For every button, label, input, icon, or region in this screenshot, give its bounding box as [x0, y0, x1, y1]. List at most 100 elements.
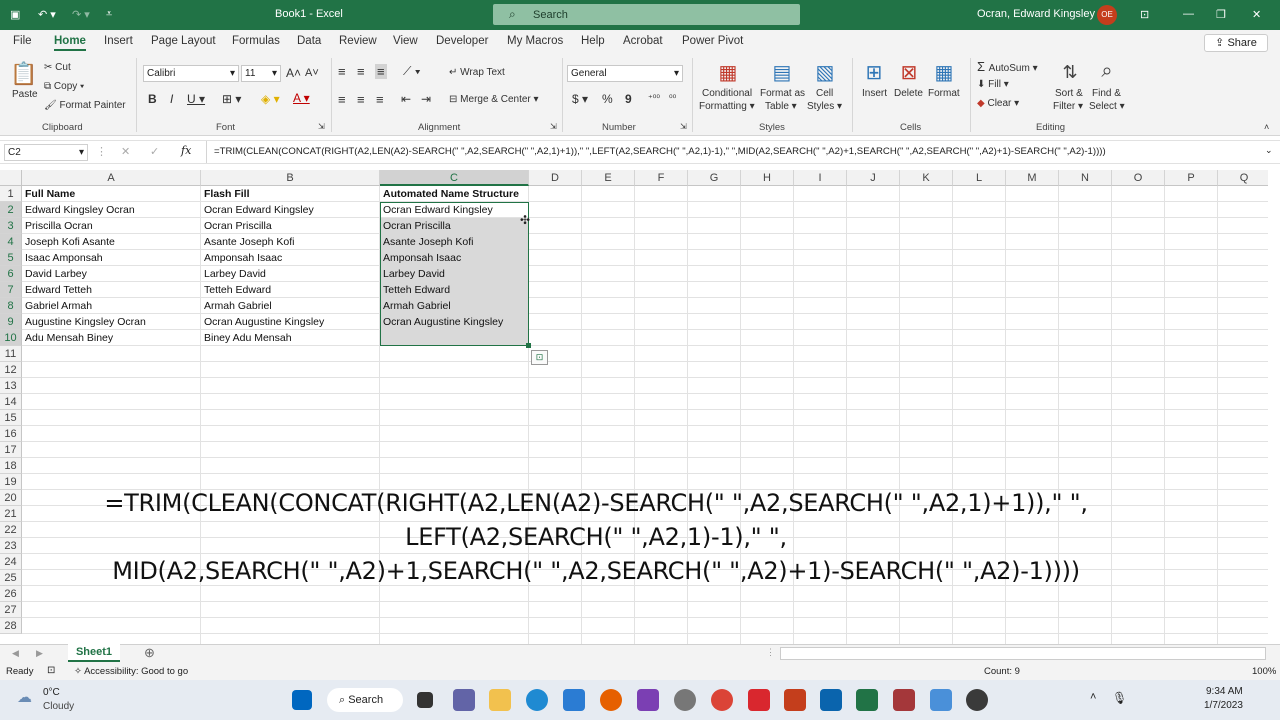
- formula-input[interactable]: =TRIM(CLEAN(CONCAT(RIGHT(A2,LEN(A2)-SEAR…: [214, 146, 1106, 157]
- conditional-formatting-label2[interactable]: Formatting ▾: [699, 101, 755, 112]
- tab-my-macros[interactable]: My Macros: [507, 35, 563, 47]
- accounting-icon[interactable]: $ ▾: [572, 92, 588, 106]
- microphone-icon[interactable]: 🎙: [1112, 691, 1127, 705]
- alignment-dialog-icon[interactable]: ⇲: [550, 122, 557, 131]
- cell-full-name[interactable]: Edward Tetteh: [22, 282, 92, 298]
- cell-automated-name[interactable]: Asante Joseph Kofi: [380, 234, 473, 250]
- decrease-decimal-icon[interactable]: ⁰⁰: [669, 93, 676, 104]
- firefox-icon[interactable]: [600, 689, 622, 711]
- header-full-name[interactable]: Full Name: [22, 186, 75, 202]
- cell-full-name[interactable]: Adu Mensah Biney: [22, 330, 113, 346]
- cancel-icon[interactable]: ✕: [121, 145, 130, 158]
- undo-icon[interactable]: ↶ ▾: [38, 8, 56, 21]
- column-header-k[interactable]: K: [900, 170, 953, 186]
- column-header-j[interactable]: J: [847, 170, 900, 186]
- copy-button[interactable]: ⧉ Copy ▾: [44, 81, 84, 92]
- column-header-h[interactable]: H: [741, 170, 794, 186]
- outlook-icon[interactable]: [820, 689, 842, 711]
- font-dialog-icon[interactable]: ⇲: [318, 122, 325, 131]
- quick-analysis-icon[interactable]: ⊡: [531, 350, 548, 365]
- row-header-18[interactable]: 18: [0, 458, 22, 474]
- column-header-e[interactable]: E: [582, 170, 635, 186]
- clock-time[interactable]: 9:34 AM: [1206, 686, 1243, 697]
- chrome-icon[interactable]: [711, 689, 733, 711]
- cell-automated-name[interactable]: Tetteh Edward: [380, 282, 450, 298]
- format-painter-button[interactable]: 🖌 Format Painter: [44, 100, 126, 111]
- search-box[interactable]: ⌕ Search: [493, 4, 800, 25]
- cell-flash-fill[interactable]: Armah Gabriel: [201, 298, 272, 314]
- row-header-5[interactable]: 5: [0, 250, 22, 266]
- percent-icon[interactable]: %: [602, 92, 613, 106]
- cell-automated-name[interactable]: Armah Gabriel: [380, 298, 451, 314]
- wrap-text-button[interactable]: ↵ Wrap Text: [449, 67, 505, 78]
- enter-icon[interactable]: ✓: [150, 145, 159, 158]
- excel-icon[interactable]: [856, 689, 878, 711]
- minimize-icon[interactable]: —: [1183, 8, 1194, 20]
- row-header-27[interactable]: 27: [0, 602, 22, 618]
- orientation-icon[interactable]: ⟋ ▾: [403, 64, 421, 79]
- cell-flash-fill[interactable]: Ocran Priscilla: [201, 218, 272, 234]
- row-header-9[interactable]: 9: [0, 314, 22, 330]
- cell-full-name[interactable]: Isaac Amponsah: [22, 250, 103, 266]
- align-center-icon[interactable]: ≡: [357, 92, 365, 107]
- tab-insert[interactable]: Insert: [104, 35, 133, 47]
- insert-cells-label[interactable]: Insert: [862, 88, 887, 99]
- underline-icon[interactable]: U ▾: [187, 92, 205, 106]
- row-header-28[interactable]: 28: [0, 618, 22, 634]
- cell-flash-fill[interactable]: Asante Joseph Kofi: [201, 234, 294, 250]
- row-header-10[interactable]: 10: [0, 330, 22, 346]
- row-header-17[interactable]: 17: [0, 442, 22, 458]
- redo-icon[interactable]: ↷ ▾: [72, 8, 90, 21]
- prev-sheet-icon[interactable]: ◀: [12, 648, 19, 659]
- cell-full-name[interactable]: Gabriel Armah: [22, 298, 92, 314]
- paste-icon[interactable]: 📋: [10, 60, 37, 88]
- cell-automated-name[interactable]: Ocran Priscilla: [380, 218, 451, 234]
- sheet-tab-sheet1[interactable]: Sheet1: [68, 644, 120, 662]
- store-icon[interactable]: [563, 689, 585, 711]
- fill-handle[interactable]: [526, 343, 531, 348]
- share-button[interactable]: ⇪ Share: [1204, 34, 1268, 52]
- column-header-d[interactable]: D: [529, 170, 582, 186]
- qat-customize-icon[interactable]: ⩡: [106, 8, 112, 21]
- tab-formulas[interactable]: Formulas: [232, 35, 280, 47]
- zoom-level[interactable]: 100%: [1252, 666, 1276, 677]
- find-select-label2[interactable]: Select ▾: [1089, 101, 1125, 112]
- number-dialog-icon[interactable]: ⇲: [680, 122, 687, 131]
- cut-button[interactable]: ✂ Cut: [44, 62, 71, 73]
- macro-record-icon[interactable]: ⊡: [47, 665, 55, 676]
- edge-icon[interactable]: [526, 689, 548, 711]
- cell-automated-name[interactable]: Ocran Edward Kingsley: [380, 202, 493, 218]
- align-middle-icon[interactable]: ≡: [357, 64, 365, 79]
- row-header-1[interactable]: 1: [0, 186, 22, 202]
- new-sheet-icon[interactable]: ⊕: [144, 645, 155, 661]
- column-header-i[interactable]: I: [794, 170, 847, 186]
- grow-font-icon[interactable]: A˄: [286, 66, 301, 80]
- tab-data[interactable]: Data: [297, 35, 321, 47]
- tab-power-pivot[interactable]: Power Pivot: [682, 35, 743, 47]
- row-header-8[interactable]: 8: [0, 298, 22, 314]
- format-as-table-label[interactable]: Format as: [760, 88, 805, 99]
- cell-full-name[interactable]: Joseph Kofi Asante: [22, 234, 115, 250]
- column-header-o[interactable]: O: [1112, 170, 1165, 186]
- windows-start-icon[interactable]: [292, 690, 312, 710]
- row-header-7[interactable]: 7: [0, 282, 22, 298]
- row-header-13[interactable]: 13: [0, 378, 22, 394]
- sort-filter-icon[interactable]: ⇅: [1057, 60, 1083, 84]
- cell-full-name[interactable]: David Larbey: [22, 266, 87, 282]
- font-name-select[interactable]: Calibri ▾: [143, 65, 239, 82]
- increase-indent-icon[interactable]: ⇥: [421, 92, 431, 106]
- align-right-icon[interactable]: ≡: [376, 92, 384, 107]
- file-explorer-icon[interactable]: [489, 689, 511, 711]
- row-header-2[interactable]: 2: [0, 202, 22, 218]
- italic-icon[interactable]: I: [170, 92, 173, 106]
- notepad-icon[interactable]: [930, 689, 952, 711]
- tab-acrobat[interactable]: Acrobat: [623, 35, 663, 47]
- row-header-11[interactable]: 11: [0, 346, 22, 362]
- row-header-12[interactable]: 12: [0, 362, 22, 378]
- access-icon[interactable]: [893, 689, 915, 711]
- close-icon[interactable]: ✕: [1252, 8, 1261, 21]
- avatar[interactable]: OE: [1097, 5, 1117, 25]
- cell-styles-icon[interactable]: ▧: [812, 60, 838, 84]
- tab-help[interactable]: Help: [581, 35, 605, 47]
- format-cells-label[interactable]: Format: [928, 88, 960, 99]
